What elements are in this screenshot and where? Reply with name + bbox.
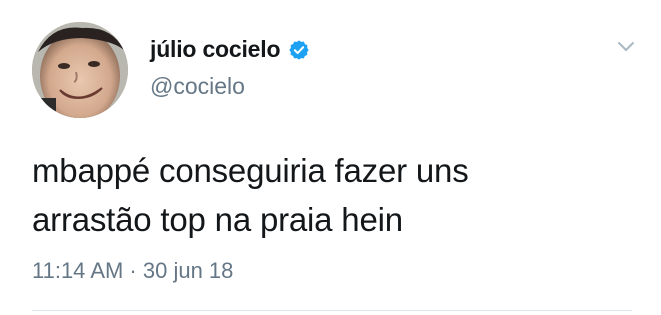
author-handle[interactable]: @cocielo	[150, 73, 245, 100]
chevron-down-icon[interactable]	[612, 32, 640, 60]
tweet-card: júlio cocielo @cocielo mbappé conseguiri…	[0, 0, 661, 315]
author-name-row[interactable]: júlio cocielo	[150, 36, 310, 63]
tweet-text: mbappé conseguiria fazer uns arrastão to…	[32, 152, 469, 238]
divider	[32, 310, 632, 311]
user-avatar-icon	[32, 22, 128, 118]
avatar[interactable]	[32, 22, 128, 118]
display-name[interactable]: júlio cocielo	[150, 36, 281, 63]
verified-badge-icon	[288, 39, 310, 61]
tweet-timestamp[interactable]: 11:14 AM · 30 jun 18	[32, 258, 233, 284]
